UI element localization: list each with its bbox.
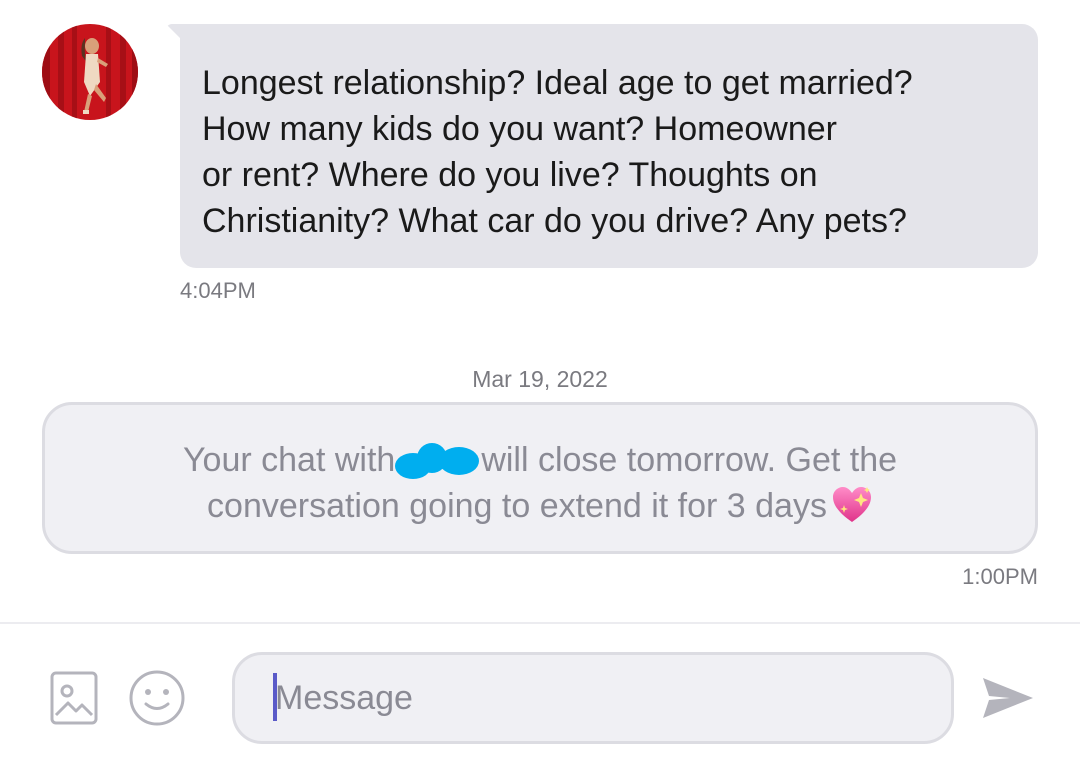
smiley-icon xyxy=(129,670,185,726)
attach-image-button[interactable] xyxy=(50,671,98,725)
profile-photo xyxy=(42,24,138,120)
notice-timestamp: 1:00PM xyxy=(962,564,1038,589)
date-separator: Mar 19, 2022 xyxy=(472,366,608,392)
image-icon xyxy=(50,671,98,725)
send-button[interactable] xyxy=(980,674,1036,722)
avatar[interactable] xyxy=(42,24,138,120)
composer-divider xyxy=(0,622,1080,624)
sparkling-heart-icon xyxy=(832,487,871,522)
notice-line-2: conversation going to extend it for 3 da… xyxy=(45,483,1035,529)
emoji-button[interactable] xyxy=(128,669,186,727)
message-timestamp: 4:04PM xyxy=(180,278,256,303)
chat-screen: Longest relationship? Ideal age to get m… xyxy=(0,0,1080,757)
message-input[interactable] xyxy=(275,675,915,721)
message-text: Longest relationship? Ideal age to get m… xyxy=(202,64,913,240)
notice-line-2-text: conversation going to extend it for 3 da… xyxy=(207,487,827,525)
send-icon xyxy=(983,678,1033,718)
notice-text-after: will close tomorrow. Get the xyxy=(481,441,898,479)
notice-text-before: Your chat with xyxy=(182,441,396,479)
message-composer[interactable] xyxy=(232,652,954,744)
redacted-name xyxy=(395,443,481,479)
chat-expiry-notice: Your chat with will close tomorrow. Get t… xyxy=(42,402,1038,554)
incoming-message-bubble[interactable]: Longest relationship? Ideal age to get m… xyxy=(180,24,1038,268)
notice-line-1: Your chat with will close tomorrow. Get t… xyxy=(45,437,1035,483)
